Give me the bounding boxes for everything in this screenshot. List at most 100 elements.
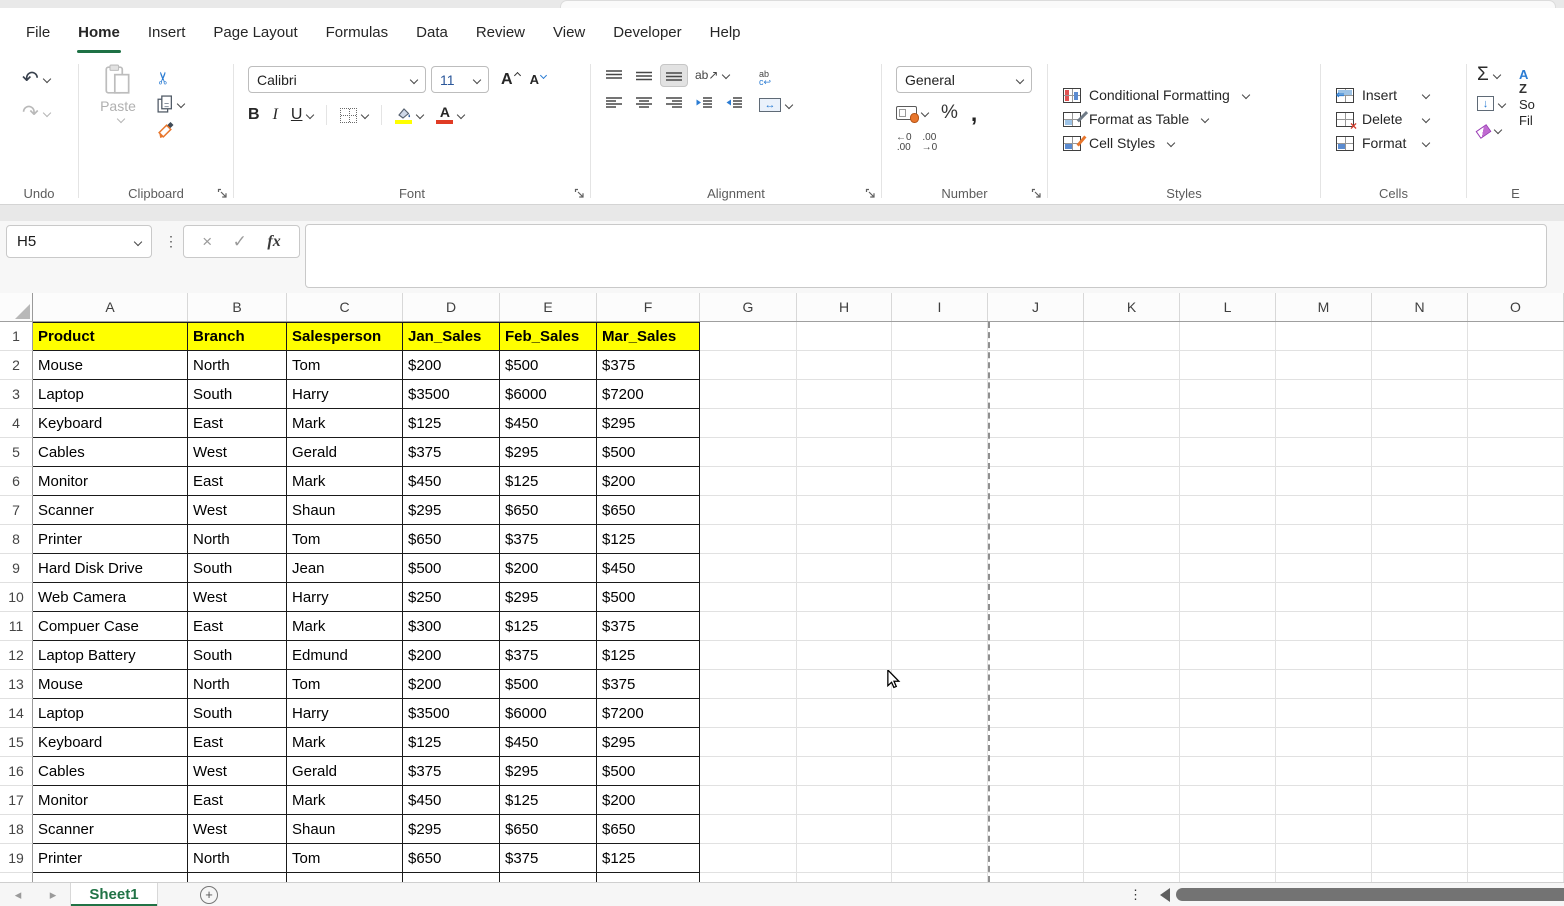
insert-cells-button[interactable]: ⇐ Insert bbox=[1336, 87, 1429, 103]
empty-cell[interactable] bbox=[1084, 467, 1180, 496]
empty-cell[interactable] bbox=[500, 873, 597, 882]
empty-cell[interactable] bbox=[1276, 438, 1372, 467]
cell-mar-sales[interactable]: $375 bbox=[597, 612, 700, 641]
cell-mar-sales[interactable]: $295 bbox=[597, 409, 700, 438]
cell-feb-sales[interactable]: $6000 bbox=[500, 380, 597, 409]
empty-cell[interactable] bbox=[1084, 757, 1180, 786]
empty-cell[interactable] bbox=[700, 699, 797, 728]
cell-branch[interactable]: North bbox=[188, 525, 287, 554]
empty-cell[interactable] bbox=[797, 844, 892, 873]
cell-branch[interactable]: West bbox=[188, 757, 287, 786]
column-header-i[interactable]: I bbox=[892, 293, 988, 321]
cell-salesperson[interactable]: Mark bbox=[287, 409, 403, 438]
empty-cell[interactable] bbox=[892, 554, 988, 583]
cell-jan-sales[interactable]: $375 bbox=[403, 757, 500, 786]
add-sheet-button[interactable]: + bbox=[200, 886, 218, 904]
empty-cell[interactable] bbox=[1372, 844, 1468, 873]
empty-cell[interactable] bbox=[988, 699, 1084, 728]
column-header-d[interactable]: D bbox=[403, 293, 500, 321]
empty-cell[interactable] bbox=[1084, 351, 1180, 380]
cell-mar-sales[interactable]: $125 bbox=[597, 844, 700, 873]
empty-cell[interactable] bbox=[1180, 467, 1276, 496]
cell-salesperson[interactable]: Shaun bbox=[287, 496, 403, 525]
column-header-f[interactable]: F bbox=[597, 293, 700, 321]
bottom-align-button[interactable] bbox=[660, 64, 688, 87]
cell-header-feb-sales[interactable]: Feb_Sales bbox=[500, 322, 597, 351]
cell-jan-sales[interactable]: $450 bbox=[403, 467, 500, 496]
cell-branch[interactable]: West bbox=[188, 815, 287, 844]
fill-color-button[interactable] bbox=[395, 107, 423, 124]
accounting-format-button[interactable] bbox=[896, 106, 928, 120]
cell-feb-sales[interactable]: $450 bbox=[500, 728, 597, 757]
empty-cell[interactable] bbox=[797, 322, 892, 351]
cell-salesperson[interactable]: Harry bbox=[287, 699, 403, 728]
empty-cell[interactable] bbox=[700, 815, 797, 844]
empty-cell[interactable] bbox=[1180, 438, 1276, 467]
sheet-tab-sheet1[interactable]: Sheet1 bbox=[71, 883, 157, 906]
cell-product[interactable]: Hard Disk Drive bbox=[33, 554, 188, 583]
empty-cell[interactable] bbox=[1180, 496, 1276, 525]
empty-cell[interactable] bbox=[988, 525, 1084, 554]
empty-cell[interactable] bbox=[1372, 699, 1468, 728]
empty-cell[interactable] bbox=[700, 409, 797, 438]
cell-product[interactable]: Cables bbox=[33, 757, 188, 786]
row-header[interactable]: 17 bbox=[0, 786, 33, 815]
row-header[interactable]: 1 bbox=[0, 322, 33, 351]
cell-salesperson[interactable]: Tom bbox=[287, 670, 403, 699]
cell-feb-sales[interactable]: $650 bbox=[500, 815, 597, 844]
alignment-dialog-launcher-icon[interactable] bbox=[865, 188, 876, 199]
row-header[interactable]: 16 bbox=[0, 757, 33, 786]
empty-cell[interactable] bbox=[1276, 757, 1372, 786]
row-header[interactable]: 12 bbox=[0, 641, 33, 670]
empty-cell[interactable] bbox=[700, 612, 797, 641]
empty-cell[interactable] bbox=[988, 815, 1084, 844]
row-header[interactable]: 8 bbox=[0, 525, 33, 554]
empty-cell[interactable] bbox=[1084, 525, 1180, 554]
empty-cell[interactable] bbox=[700, 380, 797, 409]
cell-mar-sales[interactable]: $375 bbox=[597, 351, 700, 380]
cell-salesperson[interactable]: Tom bbox=[287, 351, 403, 380]
cell-feb-sales[interactable]: $500 bbox=[500, 351, 597, 380]
empty-cell[interactable] bbox=[892, 525, 988, 554]
cell-jan-sales[interactable]: $125 bbox=[403, 409, 500, 438]
empty-cell[interactable] bbox=[1468, 554, 1564, 583]
empty-cell[interactable] bbox=[700, 467, 797, 496]
cut-button[interactable]: ✂ bbox=[157, 70, 184, 86]
cell-feb-sales[interactable]: $125 bbox=[500, 612, 597, 641]
cell-jan-sales[interactable]: $3500 bbox=[403, 699, 500, 728]
cell-salesperson[interactable]: Tom bbox=[287, 525, 403, 554]
empty-cell[interactable] bbox=[892, 670, 988, 699]
row-header[interactable]: 13 bbox=[0, 670, 33, 699]
cell-product[interactable]: Mouse bbox=[33, 670, 188, 699]
enter-icon[interactable]: ✓ bbox=[233, 232, 247, 252]
cell-feb-sales[interactable]: $125 bbox=[500, 786, 597, 815]
cell-salesperson[interactable]: Jean bbox=[287, 554, 403, 583]
delete-cells-button[interactable]: × Delete bbox=[1336, 111, 1429, 127]
cell-salesperson[interactable]: Harry bbox=[287, 380, 403, 409]
empty-cell[interactable] bbox=[700, 844, 797, 873]
cell-product[interactable]: Keyboard bbox=[33, 409, 188, 438]
cell-product[interactable]: Laptop bbox=[33, 380, 188, 409]
select-all-button[interactable] bbox=[0, 293, 33, 321]
empty-cell[interactable] bbox=[892, 496, 988, 525]
column-header-l[interactable]: L bbox=[1180, 293, 1276, 321]
empty-cell[interactable] bbox=[700, 496, 797, 525]
empty-cell[interactable] bbox=[700, 525, 797, 554]
empty-cell[interactable] bbox=[892, 409, 988, 438]
empty-cell[interactable] bbox=[1468, 757, 1564, 786]
cell-feb-sales[interactable]: $295 bbox=[500, 583, 597, 612]
clipboard-dialog-launcher-icon[interactable] bbox=[217, 188, 228, 199]
format-cells-button[interactable]: Format bbox=[1336, 135, 1429, 151]
cell-mar-sales[interactable]: $200 bbox=[597, 467, 700, 496]
empty-cell[interactable] bbox=[1180, 612, 1276, 641]
row-header[interactable]: 6 bbox=[0, 467, 33, 496]
empty-cell[interactable] bbox=[1276, 641, 1372, 670]
empty-cell[interactable] bbox=[1084, 699, 1180, 728]
empty-cell[interactable] bbox=[797, 641, 892, 670]
empty-cell[interactable] bbox=[797, 351, 892, 380]
empty-cell[interactable] bbox=[1276, 467, 1372, 496]
empty-cell[interactable] bbox=[1084, 322, 1180, 351]
empty-cell[interactable] bbox=[1276, 699, 1372, 728]
cell-branch[interactable]: South bbox=[188, 641, 287, 670]
empty-cell[interactable] bbox=[403, 873, 500, 882]
